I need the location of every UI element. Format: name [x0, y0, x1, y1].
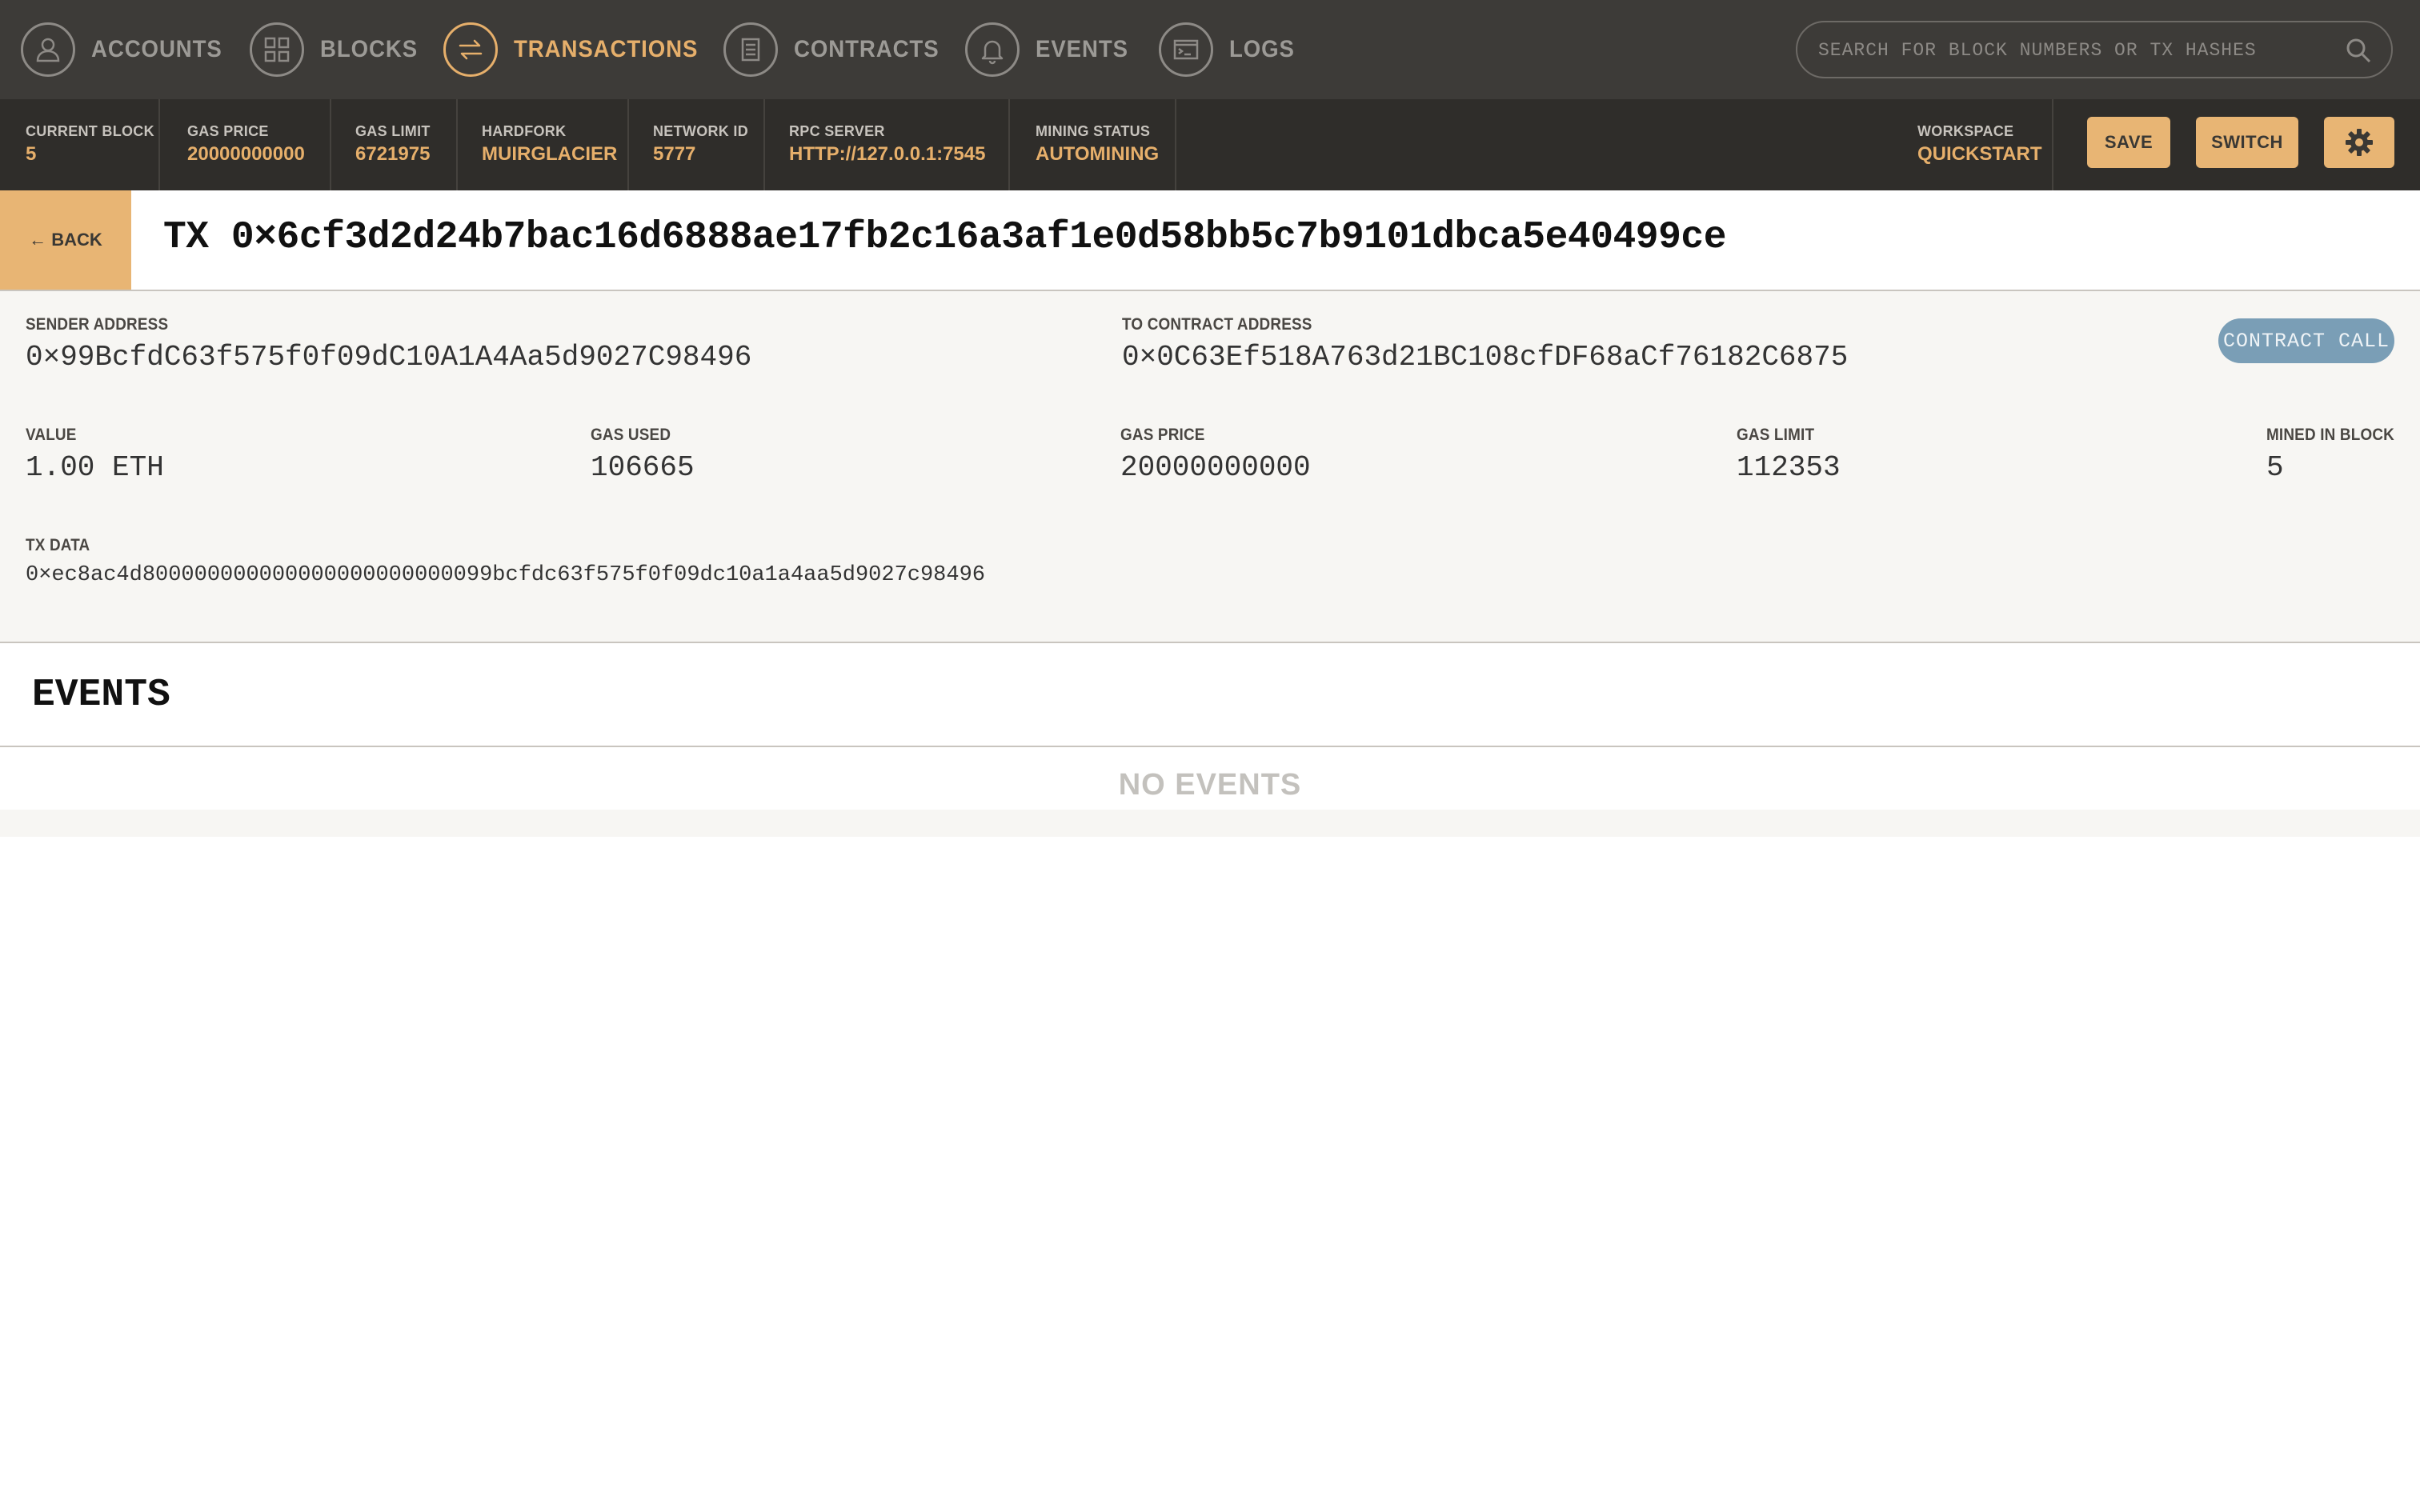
save-button[interactable]: SAVE — [2087, 117, 2170, 168]
top-nav: ACCOUNTS BLOCKS TRANSACTIONS CONTRACTS E… — [0, 0, 2420, 99]
nav-contracts-label: CONTRACTS — [794, 36, 940, 62]
sender-address: 0×99BcfdC63f575f0f09dC10A1A4Aa5d9027C984… — [26, 341, 752, 374]
stat-value: 5 — [26, 143, 37, 165]
events-title: EVENTS — [32, 674, 170, 717]
transactions-icon — [443, 22, 498, 77]
nav-blocks-label: BLOCKS — [320, 36, 419, 62]
field-label: SENDER ADDRESS — [26, 315, 169, 334]
mined-in-block: 5 — [2266, 451, 2284, 484]
search-bar — [1796, 21, 2393, 78]
stat-rpc-server: RPC SERVER HTTP://127.0.0.1:7545 — [765, 99, 1010, 190]
gas-limit-field: GAS LIMIT 112353 — [1737, 426, 1841, 484]
events-empty-band — [0, 810, 2420, 837]
field-label: TO CONTRACT ADDRESS — [1122, 315, 1312, 334]
logs-icon — [1159, 22, 1213, 77]
stat-label: CURRENT BLOCK — [26, 123, 154, 139]
nav-logs[interactable]: LOGS — [1159, 19, 1300, 80]
blocks-icon — [250, 22, 304, 77]
stat-label: MINING STATUS — [1036, 123, 1151, 139]
stat-label: HARDFORK — [482, 123, 567, 139]
nav-events-label: EVENTS — [1036, 36, 1128, 62]
field-label: MINED IN BLOCK — [2266, 426, 2395, 444]
nav-accounts-label: ACCOUNTS — [91, 36, 222, 62]
nav-contracts[interactable]: CONTRACTS — [723, 19, 952, 80]
gas-price: 20000000000 — [1120, 451, 1311, 484]
field-label: GAS LIMIT — [1737, 426, 1815, 444]
events-header: EVENTS — [0, 643, 2420, 747]
sender-address-field: SENDER ADDRESS 0×99BcfdC63f575f0f09dC10A… — [26, 315, 751, 374]
stat-gas-limit: GAS LIMIT 6721975 — [331, 99, 458, 190]
field-label: TX DATA — [26, 536, 90, 554]
stat-current-block: CURRENT BLOCK 5 — [0, 99, 160, 190]
stat-hardfork: HARDFORK MUIRGLACIER — [458, 99, 629, 190]
nav-blocks[interactable]: BLOCKS — [250, 19, 427, 80]
stat-value: 5777 — [653, 143, 696, 165]
back-button[interactable]: ← BACK — [0, 190, 131, 290]
account-icon — [21, 22, 75, 77]
contract-call-badge: CONTRACT CALL — [2218, 318, 2394, 363]
nav-transactions[interactable]: TRANSACTIONS — [443, 19, 714, 80]
stat-value: 6721975 — [355, 143, 431, 165]
stat-label: GAS PRICE — [187, 123, 269, 139]
no-events-message: NO EVENTS — [1118, 768, 1302, 802]
nav-transactions-label: TRANSACTIONS — [514, 36, 699, 62]
stat-workspace: WORKSPACE QUICKSTART — [1893, 99, 2053, 190]
search-icon[interactable] — [2345, 37, 2372, 64]
contracts-icon — [723, 22, 778, 77]
stat-network-id: NETWORK ID 5777 — [629, 99, 765, 190]
search-input[interactable] — [1817, 22, 2332, 78]
gear-icon — [2346, 129, 2373, 156]
stat-value: AUTOMINING — [1036, 143, 1160, 165]
gas-used-field: GAS USED 106665 — [591, 426, 695, 484]
gas-price-field: GAS PRICE 20000000000 — [1120, 426, 1311, 484]
tx-header: ← BACK TX 0×6cf3d2d24b7bac16d6888ae17fb2… — [0, 190, 2420, 291]
stat-label: RPC SERVER — [789, 123, 885, 139]
field-label: GAS PRICE — [1120, 426, 1205, 444]
stat-value: HTTP://127.0.0.1:7545 — [789, 143, 986, 165]
status-bar: CURRENT BLOCK 5 GAS PRICE 20000000000 GA… — [0, 99, 2420, 190]
value: 1.00 ETH — [26, 451, 164, 484]
to-contract-address-field: TO CONTRACT ADDRESS 0×0C63Ef518A763d21BC… — [1122, 315, 1848, 374]
stat-value: 20000000000 — [187, 143, 305, 165]
gas-used: 106665 — [591, 451, 695, 484]
nav-events[interactable]: EVENTS — [965, 19, 1136, 80]
switch-button[interactable]: SWITCH — [2196, 117, 2298, 168]
value-field: VALUE 1.00 ETH — [26, 426, 164, 484]
tx-data-field: TX DATA 0×ec8ac4d80000000000000000000000… — [26, 536, 985, 587]
tx-data: 0×ec8ac4d800000000000000000000000099bcfd… — [26, 563, 985, 587]
tx-details: SENDER ADDRESS 0×99BcfdC63f575f0f09dC10A… — [0, 291, 2420, 643]
field-label: VALUE — [26, 426, 77, 444]
nav-logs-label: LOGS — [1229, 36, 1295, 62]
stat-mining-status: MINING STATUS AUTOMINING — [1010, 99, 1176, 190]
stat-gas-price: GAS PRICE 20000000000 — [160, 99, 331, 190]
stat-value: QUICKSTART — [1917, 143, 2042, 165]
to-contract-address: 0×0C63Ef518A763d21BC108cfDF68aCf76182C68… — [1122, 341, 1849, 374]
nav-accounts[interactable]: ACCOUNTS — [21, 19, 234, 80]
gas-limit: 112353 — [1737, 451, 1841, 484]
mined-in-block-field: MINED IN BLOCK 5 — [2266, 426, 2409, 484]
settings-button[interactable] — [2324, 117, 2394, 168]
stat-label: GAS LIMIT — [355, 123, 431, 139]
stat-label: WORKSPACE — [1917, 123, 2014, 139]
page-title: TX 0×6cf3d2d24b7bac16d6888ae17fb2c16a3af… — [163, 216, 1727, 259]
stat-label: NETWORK ID — [653, 123, 748, 139]
field-label: GAS USED — [591, 426, 671, 444]
stat-value: MUIRGLACIER — [482, 143, 618, 165]
bell-icon — [965, 22, 1020, 77]
